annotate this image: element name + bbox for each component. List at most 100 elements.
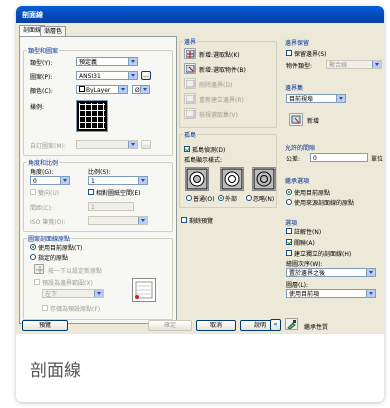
island-detection-checkbox[interactable] <box>184 146 190 152</box>
island-outer-radio[interactable] <box>218 195 224 201</box>
gap-preview-checkbox[interactable] <box>181 217 187 223</box>
pattern-label: 圖案(P): <box>30 74 53 81</box>
object-type-select[interactable]: 聚合線 <box>326 60 382 69</box>
tolerance-unit-label: 單位 <box>371 156 384 163</box>
new-boundary-set-icon <box>291 115 301 124</box>
tolerance-input[interactable]: 0 <box>310 153 368 162</box>
island-normal-label: 普通(O) <box>193 196 215 203</box>
annotative-checkbox[interactable] <box>286 228 292 234</box>
relative-paperspace-checkbox[interactable] <box>88 189 94 195</box>
object-type-label: 物件類型: <box>286 63 313 70</box>
preview-button[interactable]: 預覽 <box>22 320 68 331</box>
cancel-button[interactable]: 取消 <box>196 320 236 331</box>
type-value: 預定義 <box>79 59 98 66</box>
view-selections-button[interactable] <box>184 108 196 119</box>
chevron-down-icon <box>128 58 137 65</box>
island-style-label: 孤島顯示樣式: <box>184 157 223 164</box>
island-ignore-icon[interactable] <box>252 167 276 191</box>
hatch-tab-panel: 類型和圖案 類型(Y): 預定義 圖案(P): ANSI31 … 顏色(C): … <box>19 36 177 324</box>
boundary-set-label: 邊界集 <box>284 83 305 92</box>
pattern-value: ANSI31 <box>79 73 101 80</box>
sample-label: 樣例: <box>30 104 45 111</box>
object-type-value: 聚合線 <box>329 62 348 69</box>
double-label: 雙向(U) <box>38 190 60 197</box>
background-color-select[interactable]: Ø <box>132 85 150 94</box>
spacing-label: 間距(C): <box>30 205 53 212</box>
type-select[interactable]: 預定義 <box>76 57 138 66</box>
chevron-down-icon <box>118 86 127 93</box>
layer-value: 使用目前項 <box>289 291 320 298</box>
remove-boundaries-label: 刪除邊界(D) <box>199 82 233 89</box>
recreate-boundary-icon <box>186 95 195 103</box>
pick-points-icon <box>186 50 195 58</box>
relative-paperspace-label: 相對圖紙空間(E) <box>96 190 141 197</box>
draw-order-label: 繪圖次序(W): <box>286 261 323 268</box>
specified-origin-label: 指定的原點 <box>38 255 69 262</box>
scale-select[interactable]: 1 <box>88 176 148 185</box>
add-select-objects-button[interactable] <box>184 63 196 74</box>
island-detection-label: 孤島偵測(D) <box>192 147 226 154</box>
layer-label: 圖層(L): <box>286 282 309 289</box>
pattern-sample-swatch[interactable] <box>76 100 108 132</box>
scale-value: 1 <box>91 178 95 185</box>
type-pattern-label: 類型和圖案 <box>27 46 60 55</box>
island-ignore-radio[interactable] <box>246 195 252 201</box>
island-outer-icon[interactable] <box>220 167 244 191</box>
store-default-origin-label: 存儲為預設原點(F) <box>50 306 101 313</box>
use-source-origin-radio[interactable] <box>286 199 292 205</box>
chevron-down-icon <box>60 177 69 184</box>
ok-button[interactable]: 確定 <box>148 320 192 331</box>
boundary-retention-label: 邊界保留 <box>284 38 311 47</box>
retain-boundaries-checkbox[interactable] <box>286 50 292 56</box>
tolerance-value: 0 <box>313 155 317 162</box>
origin-position-select[interactable]: 左下 <box>42 289 104 298</box>
title-bar: 剖面線 <box>16 6 384 23</box>
inherit-properties-button[interactable] <box>285 318 298 330</box>
color-select[interactable]: ByLayer <box>76 85 128 94</box>
angle-label: 角度(G): <box>30 169 54 176</box>
boundary-set-select[interactable]: 目前視埠 <box>286 94 346 103</box>
window-title: 剖面線 <box>22 11 43 19</box>
pattern-select[interactable]: ANSI31 <box>76 71 138 80</box>
double-checkbox[interactable] <box>30 189 36 195</box>
iso-pen-select[interactable] <box>88 216 148 225</box>
recreate-boundary-label: 重新建立邊界(R) <box>199 97 244 104</box>
retain-boundaries-label: 保留邊界(S) <box>294 51 327 58</box>
remove-boundaries-button[interactable] <box>184 78 196 89</box>
angle-select[interactable]: 0 <box>30 176 70 185</box>
default-extent-checkbox[interactable] <box>34 279 40 285</box>
caption-text: 剖面線 <box>30 361 81 381</box>
island-normal-icon[interactable] <box>185 167 209 191</box>
use-current-origin-inherit-radio[interactable] <box>286 189 292 195</box>
collapse-options-button[interactable]: « <box>270 319 281 331</box>
new-boundary-set-button[interactable] <box>289 113 303 126</box>
spacing-value: 1 <box>91 204 95 211</box>
origin-position-value: 左下 <box>45 291 58 298</box>
associative-checkbox[interactable] <box>286 239 292 245</box>
gap-tolerance-label: 允許的間隙 <box>284 143 317 152</box>
iso-pen-label: ISO 筆寬(O): <box>30 219 66 226</box>
recreate-boundary-button[interactable] <box>184 93 196 104</box>
island-normal-radio[interactable] <box>186 195 192 201</box>
specified-origin-radio[interactable] <box>30 254 36 260</box>
add-pick-points-label: 新增:選取點(K) <box>199 52 240 59</box>
chevron-down-icon <box>94 290 103 297</box>
hatch-dialog: 剖面線 剖面線 漸層色 類型和圖案 類型(Y): 預定義 圖案(P): ANSI… <box>16 6 384 334</box>
store-default-origin-checkbox[interactable] <box>42 305 48 311</box>
click-set-origin-button[interactable] <box>34 264 44 274</box>
screenshot-card: 剖面線 剖面線 漸層色 類型和圖案 類型(Y): 預定義 圖案(P): ANSI… <box>16 6 384 402</box>
chevron-down-icon <box>138 177 147 184</box>
draw-order-value: 置於邊界之後 <box>289 270 326 277</box>
origin-group-label: 圖案剖面線原點 <box>27 234 72 243</box>
use-current-origin-radio[interactable] <box>30 244 36 250</box>
separate-hatches-checkbox[interactable] <box>286 250 292 256</box>
layer-select[interactable]: 使用目前項 <box>286 289 376 298</box>
custom-pattern-select[interactable] <box>76 140 138 149</box>
add-pick-points-button[interactable] <box>184 48 196 59</box>
custom-pattern-browse-button[interactable]: … <box>141 140 151 149</box>
separate-hatches-label: 建立獨立的剖面線(H) <box>294 251 352 258</box>
spacing-input[interactable]: 1 <box>88 202 134 211</box>
pattern-browse-button[interactable]: … <box>141 71 151 80</box>
angle-scale-label: 角度和比例 <box>27 158 60 167</box>
draw-order-select[interactable]: 置於邊界之後 <box>286 268 376 277</box>
